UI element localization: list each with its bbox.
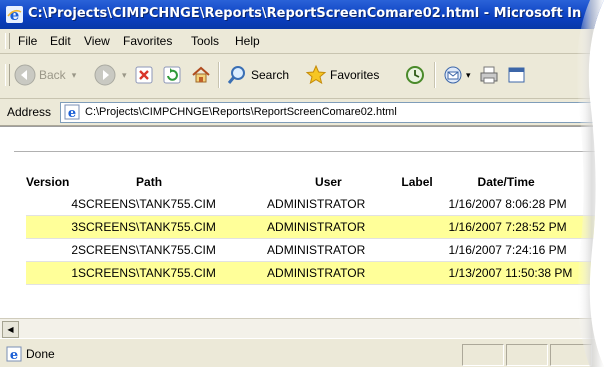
- column-header-path: Path: [136, 175, 163, 189]
- cell-label: [401, 215, 434, 239]
- edit-button[interactable]: [506, 60, 528, 90]
- forward-button[interactable]: ▾: [94, 60, 127, 90]
- forward-dropdown-icon[interactable]: ▾: [122, 70, 127, 81]
- favorites-button[interactable]: Favorites: [305, 60, 379, 90]
- home-button[interactable]: [190, 60, 212, 90]
- menu-help[interactable]: Help: [235, 34, 260, 48]
- menu-grip: [5, 33, 10, 49]
- cell-user: ADMINISTRATOR: [267, 215, 402, 239]
- svg-text:e: e: [10, 6, 20, 23]
- status-panel: [462, 344, 504, 366]
- column-header-label: Label: [401, 175, 433, 189]
- back-dropdown-icon[interactable]: ▾: [72, 70, 77, 81]
- search-icon: [227, 66, 245, 84]
- history-button[interactable]: [404, 60, 426, 90]
- table-header-row: Version Path User Label Date/Time: [26, 171, 612, 193]
- cell-version: 4: [26, 193, 79, 216]
- status-text: Done: [26, 347, 55, 361]
- address-bar: Address e C:\Projects\CIMPCHNGE\Reports\…: [0, 99, 612, 126]
- internet-explorer-icon: e: [6, 6, 23, 23]
- cell-path: SCREENS\TANK755.CIM: [78, 238, 268, 262]
- printer-icon: [480, 66, 498, 84]
- svg-text:e: e: [68, 106, 76, 120]
- favorites-label: Favorites: [330, 68, 380, 82]
- stop-button[interactable]: [134, 60, 154, 90]
- menu-view[interactable]: View: [84, 34, 110, 48]
- history-icon: [406, 66, 424, 84]
- search-label: Search: [251, 68, 290, 82]
- table-row: 4 SCREENS\TANK755.CIM ADMINISTRATOR 1/16/20…: [26, 193, 612, 216]
- mail-dropdown-icon[interactable]: ▾: [466, 70, 471, 81]
- menu-bar: File Edit View Favorites Tools Help: [0, 29, 612, 54]
- report-table: Version Path User Label Date/Time 4 SCREE…: [26, 171, 612, 285]
- cell-version: 2: [26, 238, 79, 262]
- menu-edit[interactable]: Edit: [50, 34, 71, 48]
- cell-datetime: 1/16/2007 7:24:16 PM: [433, 238, 612, 262]
- search-button[interactable]: Search: [226, 60, 289, 90]
- cell-version: 1: [26, 261, 79, 285]
- toolbar-separator: [434, 62, 436, 88]
- horizontal-scrollbar[interactable]: ◀: [0, 318, 612, 338]
- cell-datetime: 1/16/2007 7:28:52 PM: [433, 215, 612, 239]
- toolbar-separator: [218, 62, 220, 88]
- stop-icon: [135, 66, 153, 84]
- address-label: Address: [7, 105, 52, 119]
- menu-favorites[interactable]: Favorites: [123, 34, 172, 48]
- cell-label: [401, 261, 434, 285]
- cell-version: 3: [26, 215, 79, 239]
- cell-user: ADMINISTRATOR: [267, 238, 402, 262]
- page-favicon-icon: e: [64, 104, 80, 120]
- svg-text:e: e: [10, 348, 18, 362]
- scroll-left-arrow-icon: ◀: [7, 324, 14, 334]
- browser-window: e C:\Projects\CIMPCHNGE\Reports\ReportSc…: [0, 0, 612, 367]
- menu-tools[interactable]: Tools: [191, 34, 219, 48]
- print-button[interactable]: [478, 60, 500, 90]
- favorites-star-icon: [305, 64, 327, 85]
- edit-document-icon: [508, 67, 525, 83]
- cell-label: [401, 193, 434, 216]
- mail-button[interactable]: ▾: [442, 60, 471, 90]
- status-bar: e Done: [0, 338, 612, 367]
- back-arrow-icon: [14, 64, 36, 86]
- back-label: Back: [39, 68, 66, 82]
- cell-datetime: 1/13/2007 11:50:38 PM: [433, 261, 612, 285]
- window-title: C:\Projects\CIMPCHNGE\Reports\ReportScre…: [28, 6, 582, 21]
- column-header-version: Version: [26, 175, 70, 189]
- horizontal-rule: [14, 151, 612, 152]
- toolbar-grip: [5, 64, 10, 86]
- refresh-icon: [163, 66, 181, 84]
- table-row: 3 SCREENS\TANK755.CIM ADMINISTRATOR 1/16/20…: [26, 215, 612, 239]
- cell-path: SCREENS\TANK755.CIM: [78, 261, 268, 285]
- scroll-left-button[interactable]: ◀: [2, 321, 19, 338]
- cell-label: [401, 238, 434, 262]
- page-done-icon: e: [6, 346, 22, 362]
- status-panel: [506, 344, 548, 366]
- cell-path: SCREENS\TANK755.CIM: [78, 193, 268, 216]
- cell-user: ADMINISTRATOR: [267, 261, 402, 285]
- table-row: 1 SCREENS\TANK755.CIM ADMINISTRATOR 1/13/20…: [26, 261, 612, 285]
- cell-datetime: 1/16/2007 8:06:28 PM: [433, 193, 612, 216]
- report-table-body: 4 SCREENS\TANK755.CIM ADMINISTRATOR 1/16/20…: [26, 193, 612, 285]
- address-input[interactable]: e C:\Projects\CIMPCHNGE\Reports\ReportSc…: [60, 102, 612, 123]
- title-bar[interactable]: e C:\Projects\CIMPCHNGE\Reports\ReportSc…: [0, 0, 612, 29]
- refresh-button[interactable]: [162, 60, 182, 90]
- page-content: Version Path User Label Date/Time 4 SCREE…: [0, 126, 612, 319]
- address-value: C:\Projects\CIMPCHNGE\Reports\ReportScre…: [85, 106, 397, 118]
- home-icon: [192, 66, 210, 83]
- toolbar: Back ▾ ▾ Search Favorites ▾: [0, 54, 612, 99]
- forward-arrow-icon: [94, 64, 116, 86]
- cell-path: SCREENS\TANK755.CIM: [78, 215, 268, 239]
- status-panel: [550, 344, 592, 366]
- column-header-datetime: Date/Time: [477, 175, 535, 189]
- back-button[interactable]: Back ▾: [14, 60, 76, 90]
- table-row: 2 SCREENS\TANK755.CIM ADMINISTRATOR 1/16/20…: [26, 238, 612, 262]
- cell-user: ADMINISTRATOR: [267, 193, 402, 216]
- menu-file[interactable]: File: [18, 34, 37, 48]
- column-header-user: User: [315, 175, 342, 189]
- mail-icon: [444, 66, 462, 84]
